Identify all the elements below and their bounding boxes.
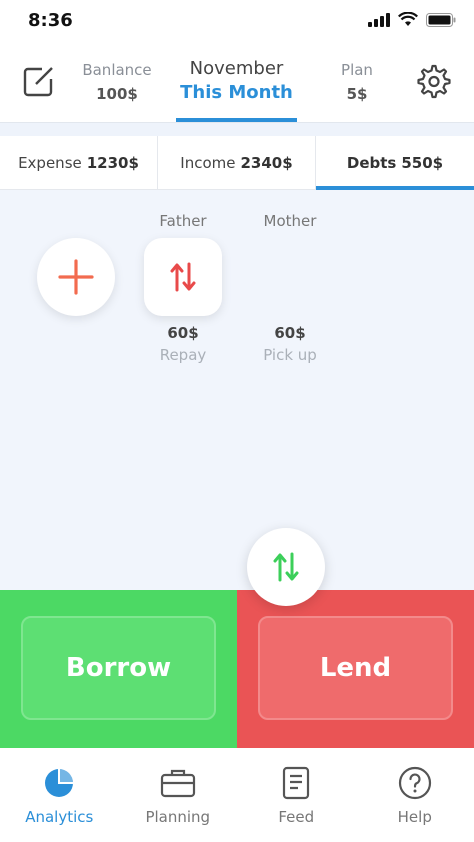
person-father-name: Father (138, 212, 228, 230)
signal-icon (368, 12, 390, 27)
plan-label: Plan (341, 61, 373, 79)
document-icon (283, 766, 310, 800)
edit-button[interactable] (22, 64, 56, 98)
add-person-button[interactable] (37, 238, 115, 316)
tab-income[interactable]: Income 2340$ (158, 136, 316, 189)
wifi-icon (398, 12, 418, 26)
tab-expense-label: Expense (18, 153, 82, 172)
plan-value: 5$ (346, 85, 368, 103)
person-mother-name: Mother (245, 212, 335, 230)
lend-pane: Lend (237, 590, 474, 748)
person-action: Pick up (263, 346, 317, 364)
nav-analytics[interactable]: Analytics (0, 748, 119, 842)
person-amount: 60$ (274, 324, 306, 342)
plus-icon (58, 259, 94, 295)
status-icons (368, 12, 456, 27)
nav-help-label: Help (397, 808, 432, 826)
borrow-pane: Borrow (0, 590, 237, 748)
tab-expense-amount: 1230$ (86, 153, 139, 172)
swap-arrows-icon (273, 552, 299, 582)
person-action: Repay (159, 346, 207, 364)
person-father-summary: 60$ Repay (138, 324, 228, 364)
nav-planning-label: Planning (145, 808, 211, 826)
nav-planning[interactable]: Planning (119, 748, 238, 842)
tab-income-label: Income (180, 153, 236, 172)
status-time: 8:36 (28, 10, 73, 31)
nav-analytics-label: Analytics (25, 808, 94, 826)
person-amount: 60$ (167, 324, 199, 342)
person-name: Mother (263, 212, 317, 230)
person-name: Father (159, 212, 207, 230)
month-label: November (189, 58, 284, 79)
swap-button[interactable] (247, 528, 325, 606)
nav-help[interactable]: Help (356, 748, 474, 842)
balance-label: Banlance (82, 61, 152, 79)
edit-icon (23, 67, 53, 97)
swap-arrows-icon (170, 262, 196, 292)
tab-debts-label: Debts (346, 153, 397, 172)
borrow-lend-area: Borrow Lend (0, 590, 474, 748)
tab-expense[interactable]: Expense 1230$ (0, 136, 158, 189)
battery-icon (426, 12, 456, 27)
help-icon (398, 766, 431, 800)
tab-debts[interactable]: Debts 550$ (316, 136, 474, 190)
month-value: This Month (180, 82, 293, 103)
tab-income-amount: 2340$ (240, 153, 293, 172)
month-selector[interactable]: November This Month (176, 58, 297, 122)
tab-debts-amount: 550$ (401, 153, 444, 172)
category-tabs: Expense 1230$ Income 2340$ Debts 550$ (0, 136, 474, 190)
header-divider (0, 122, 474, 136)
briefcase-icon (160, 769, 195, 798)
nav-feed-label: Feed (278, 808, 315, 826)
plan-summary: Plan 5$ (322, 61, 392, 103)
balance-value: 100$ (96, 85, 138, 103)
bottom-nav: Analytics Planning Feed Help (0, 748, 474, 842)
person-father-card[interactable] (144, 238, 222, 316)
nav-feed[interactable]: Feed (237, 748, 356, 842)
header: Banlance 100$ November This Month Plan 5… (0, 44, 474, 122)
status-bar: 8:36 (0, 0, 474, 44)
settings-button[interactable] (416, 64, 452, 100)
lend-button[interactable]: Lend (258, 616, 453, 720)
pie-chart-icon (45, 769, 74, 797)
person-mother-summary: 60$ Pick up (245, 324, 335, 364)
balance-summary: Banlance 100$ (78, 61, 156, 103)
borrow-button[interactable]: Borrow (21, 616, 216, 720)
gear-icon (417, 64, 451, 99)
debts-panel: Father 60$ Repay Mother 60$ Pick up (0, 190, 474, 590)
